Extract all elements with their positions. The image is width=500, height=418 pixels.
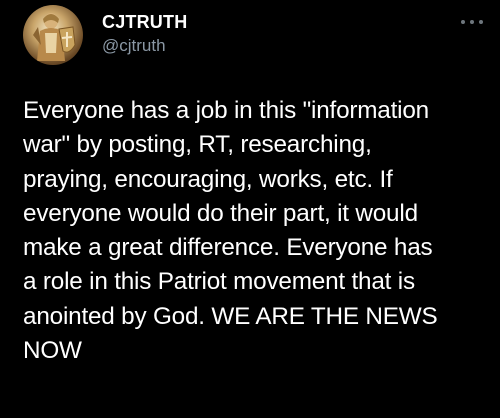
display-name[interactable]: CJTRUTH	[102, 11, 187, 33]
author-info: CJTRUTH @cjtruth	[102, 11, 187, 57]
tweet-text: Everyone has a job in this "information …	[23, 97, 438, 365]
dot	[461, 20, 465, 24]
knight-avatar-icon	[33, 13, 76, 61]
user-handle[interactable]: @cjtruth	[102, 35, 187, 57]
tweet-card: CJTRUTH @cjtruth Everyone has a job in t…	[0, 0, 500, 418]
dot	[470, 20, 474, 24]
more-horizontal-icon[interactable]	[461, 17, 483, 27]
tweet-header: CJTRUTH @cjtruth	[23, 5, 483, 65]
dot	[479, 20, 483, 24]
avatar[interactable]	[23, 5, 83, 65]
